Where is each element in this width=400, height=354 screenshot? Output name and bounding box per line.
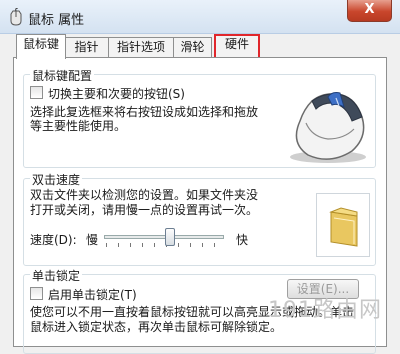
site-watermark: 191路由网: [268, 298, 382, 323]
tab-bar: 鼠标键 指针 指针选项 滑轮 硬件: [13, 34, 393, 59]
test-folder-icon[interactable]: [316, 193, 370, 257]
click-lock-desc-2: 鼠标进入锁定状态，再次单击鼠标可解除锁定。: [30, 320, 283, 334]
double-click-title: 双击速度: [30, 171, 83, 188]
double-click-group: 双击速度 双击文件夹以检测您的设置。如果文件夹没 打开或关闭，请用慢一点的设置再…: [23, 171, 376, 266]
slider-tick: [118, 243, 119, 247]
tab-pointers[interactable]: 指针: [64, 37, 109, 58]
click-lock-checkbox[interactable]: [30, 287, 43, 300]
slider-tick: [202, 243, 203, 247]
button-config-desc-2: 等主要性能使用。: [30, 119, 127, 133]
title-bar: 鼠标 属性 X: [0, 0, 400, 34]
click-lock-label[interactable]: 启用单击锁定(T): [48, 286, 137, 303]
button-config-group: 鼠标键配置 切换主要和次要的按钮(S) 选择此复选框来将右按钮设成如选择和拖放 …: [23, 67, 376, 168]
tab-pointer-options[interactable]: 指针选项: [108, 37, 174, 58]
slider-tick: [142, 243, 143, 247]
double-click-speed-slider[interactable]: [104, 225, 228, 251]
slider-tick: [214, 243, 215, 247]
mouse-illustration-icon: [282, 77, 376, 165]
tab-buttons[interactable]: 鼠标键: [16, 34, 66, 59]
tab-hardware[interactable]: 硬件: [214, 34, 260, 59]
button-config-title: 鼠标键配置: [30, 67, 95, 84]
slider-tick: [178, 243, 179, 247]
button-config-desc-1: 选择此复选框来将右按钮设成如选择和拖放: [30, 105, 259, 119]
speed-label: 速度(D):: [30, 233, 77, 247]
slider-tick: [190, 243, 191, 247]
switch-buttons-label[interactable]: 切换主要和次要的按钮(S): [48, 85, 185, 102]
slider-track: [104, 235, 224, 239]
close-button[interactable]: X: [347, 0, 392, 22]
window-title: 鼠标 属性: [28, 13, 85, 28]
slider-tick: [106, 243, 107, 247]
click-lock-title: 单击锁定: [30, 267, 83, 284]
mouse-icon: [9, 7, 23, 26]
slow-label: 慢: [86, 233, 99, 247]
slider-tick: [130, 243, 131, 247]
tab-wheel[interactable]: 滑轮: [173, 37, 212, 58]
fast-label: 快: [236, 233, 249, 247]
slider-tick: [154, 243, 155, 247]
double-click-desc-2: 打开或关闭，请用慢一点的设置再试一次。: [30, 203, 259, 217]
double-click-desc-1: 双击文件夹以检测您的设置。如果文件夹没: [30, 188, 259, 202]
slider-thumb[interactable]: [165, 228, 175, 246]
switch-buttons-checkbox[interactable]: [30, 86, 43, 99]
